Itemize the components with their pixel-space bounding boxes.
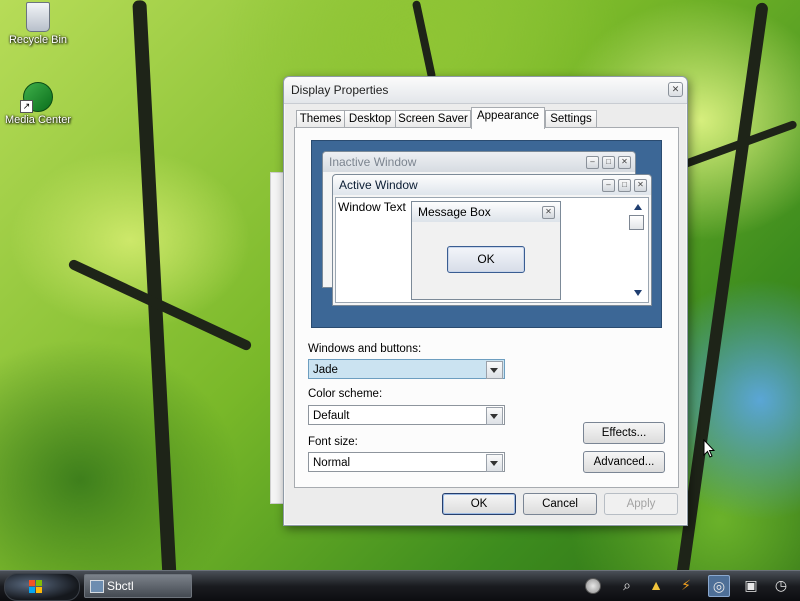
display-icon[interactable]: ▣ <box>741 575 761 595</box>
taskbar-item-sbctl[interactable]: Sbctl <box>84 574 192 598</box>
close-icon: ✕ <box>542 206 555 219</box>
tab-themes[interactable]: Themes <box>296 110 345 128</box>
color-scheme-value: Default <box>313 410 350 422</box>
font-size-value: Normal <box>313 457 351 469</box>
font-size-select[interactable]: Normal <box>308 452 505 472</box>
tab-desktop[interactable]: Desktop <box>344 110 396 128</box>
dialog-titlebar[interactable]: Display Properties ✕ <box>284 77 687 104</box>
recycle-bin-icon <box>26 2 50 32</box>
effects-button[interactable]: Effects... <box>583 422 665 444</box>
tab-appearance[interactable]: Appearance <box>471 107 545 129</box>
preview-message-box: Message Box ✕ OK <box>411 201 561 300</box>
media-center-icon: ↗ <box>20 82 53 113</box>
tray-scroll-button[interactable] <box>585 578 601 594</box>
mouse-cursor-icon <box>703 439 715 458</box>
shortcut-arrow-icon: ↗ <box>20 100 33 113</box>
taskbar: Sbctl ⌕ ▲ ⚡ ◎ ▣ ◷ <box>0 570 800 601</box>
dialog-title: Display Properties <box>291 83 389 97</box>
windows-and-buttons-label: Windows and buttons: <box>308 343 422 355</box>
taskbar-item-label: Sbctl <box>107 579 134 593</box>
clock-icon[interactable]: ◷ <box>771 575 791 595</box>
chevron-down-icon[interactable] <box>486 407 503 425</box>
maximize-icon: □ <box>618 179 631 192</box>
display-properties-dialog: Display Properties ✕ Themes Desktop Scre… <box>283 76 688 526</box>
minimize-icon: – <box>586 156 599 169</box>
windows-logo-icon <box>29 580 43 594</box>
color-scheme-select[interactable]: Default <box>308 405 505 425</box>
chevron-down-icon[interactable] <box>486 361 503 379</box>
search-icon[interactable]: ⌕ <box>617 575 637 595</box>
scroll-down-icon <box>634 290 642 296</box>
font-size-label: Font size: <box>308 436 358 448</box>
chevron-down-icon[interactable] <box>486 454 503 472</box>
close-icon: ✕ <box>634 179 647 192</box>
preview-window-text: Window Text <box>338 200 406 214</box>
windows-and-buttons-select[interactable]: Jade <box>308 359 505 379</box>
tab-settings[interactable]: Settings <box>545 110 597 128</box>
start-button[interactable] <box>4 573 80 601</box>
minimize-icon: – <box>602 179 615 192</box>
close-icon[interactable]: ✕ <box>668 82 683 97</box>
tab-screen-saver[interactable]: Screen Saver <box>395 110 471 128</box>
power-icon[interactable]: ⚡ <box>676 575 696 595</box>
appearance-panel: Inactive Window – □ ✕ Active Window – □ ✕ Wi… <box>294 127 679 488</box>
desktop-icon-label: Recycle Bin <box>8 34 68 46</box>
preview-active-title: Active Window <box>339 178 418 192</box>
preview-ok-button: OK <box>447 246 525 273</box>
desktop-icon-media-center[interactable]: ↗ Media Center <box>0 82 78 126</box>
color-scheme-label: Color scheme: <box>308 388 383 400</box>
apply-button[interactable]: Apply <box>604 493 678 515</box>
preview-message-box-title: Message Box <box>418 205 491 219</box>
bell-icon[interactable]: ▲ <box>646 575 666 595</box>
network-icon[interactable]: ◎ <box>708 575 730 597</box>
maximize-icon: □ <box>602 156 615 169</box>
desktop-icon-recycle-bin[interactable]: Recycle Bin <box>0 2 78 46</box>
wallpaper-branch <box>411 0 437 80</box>
close-icon: ✕ <box>618 156 631 169</box>
windows-and-buttons-value: Jade <box>313 364 338 376</box>
scroll-up-icon <box>634 204 642 210</box>
advanced-button[interactable]: Advanced... <box>583 451 665 473</box>
window-icon <box>90 580 104 593</box>
preview-inactive-title: Inactive Window <box>329 155 417 169</box>
scrollbar-thumb <box>629 215 644 230</box>
ok-button[interactable]: OK <box>442 493 516 515</box>
cancel-button[interactable]: Cancel <box>523 493 597 515</box>
appearance-preview: Inactive Window – □ ✕ Active Window – □ ✕ Wi… <box>311 140 662 328</box>
desktop-icon-label: Media Center <box>4 114 72 126</box>
